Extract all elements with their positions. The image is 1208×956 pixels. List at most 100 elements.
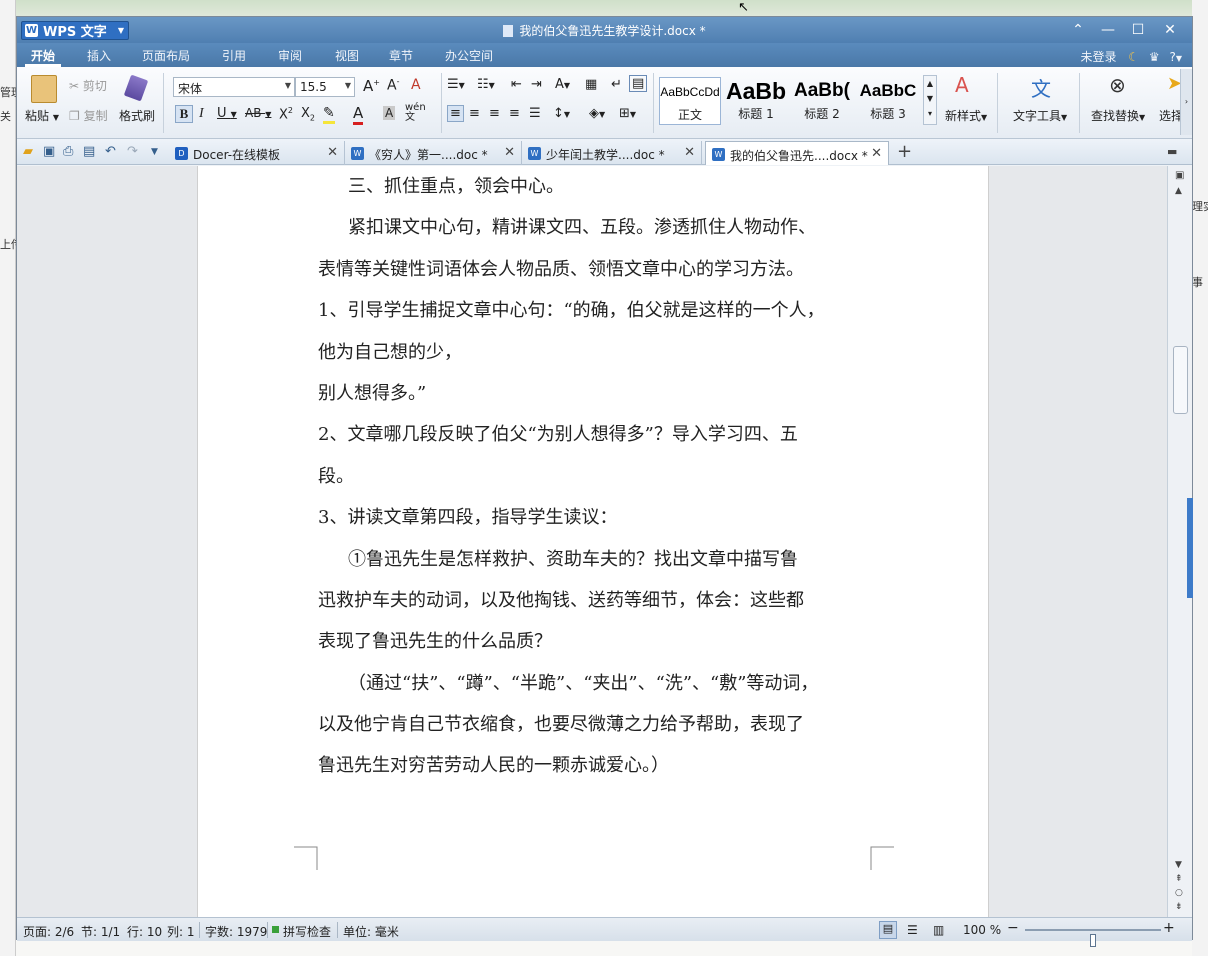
maximize-button[interactable]: ☐ xyxy=(1124,19,1152,41)
document-canvas[interactable]: 三、抓住重点，领会中心。 紧扣课文中心句，精讲课文四、五段。渗透抓住人物动作、 表情… xyxy=(17,166,1167,917)
browse-object-icon[interactable]: ○ xyxy=(1175,888,1183,898)
tab-current-document[interactable]: W 我的伯父鲁迅先....docx * ✕ xyxy=(705,141,889,165)
numbered-list-icon[interactable]: ☷▼ xyxy=(477,77,495,92)
ruler-toggle-icon[interactable]: ▣ xyxy=(1175,170,1184,181)
shrink-font-icon[interactable]: A- xyxy=(387,77,399,94)
column-indicator[interactable]: 列: 1 xyxy=(167,923,195,940)
increase-indent-icon[interactable]: ⇥ xyxy=(531,77,542,92)
table-icon[interactable]: ▦ xyxy=(585,77,597,92)
paragraph-shading-icon[interactable]: ◈▼ xyxy=(589,106,605,121)
document-paragraph[interactable]: 以及他宁肯自己节衣缩食，也要尽微薄之力给予帮助，表现了 xyxy=(318,710,878,751)
zoom-slider[interactable] xyxy=(1025,929,1161,947)
page-view-icon[interactable]: ▤ xyxy=(879,921,897,939)
copy-button[interactable]: ❐ 复制 xyxy=(69,107,108,124)
section-indicator[interactable]: 节: 1/1 xyxy=(81,923,120,940)
font-name-select[interactable]: 宋体 ▼ xyxy=(173,77,295,97)
close-button[interactable]: ✕ xyxy=(1156,19,1184,41)
collapse-ribbon-button[interactable]: ⌃ xyxy=(1064,19,1092,41)
style-heading-2[interactable]: AaBb( 标题 2 xyxy=(791,77,853,125)
outline-view-icon[interactable]: ☰ xyxy=(907,923,918,937)
scroll-down-arrow[interactable]: ▼ xyxy=(1175,860,1182,870)
row-indicator[interactable]: 行: 10 xyxy=(127,923,162,940)
document-paragraph[interactable]: 1、引导学生捕捉文章中心句：“的确，伯父就是这样的一个人， xyxy=(318,296,878,337)
close-icon[interactable]: ✕ xyxy=(327,145,338,160)
document-paragraph[interactable]: ①鲁迅先生是怎样救护、资助车夫的？找出文章中描写鲁 xyxy=(318,545,878,586)
tab-shaonian-runtu[interactable]: W 少年闰土教学....doc * ✕ xyxy=(522,141,702,165)
paste-icon[interactable] xyxy=(31,75,57,103)
zoom-level[interactable]: 100 % xyxy=(963,923,1001,937)
document-paragraph[interactable]: 3、讲读文章第四段，指导学生读议： xyxy=(318,503,878,544)
style-gallery-scroll[interactable]: ▲ ▼ ▾ xyxy=(923,75,937,125)
italic-button[interactable]: I xyxy=(199,106,204,122)
underline-button[interactable]: U ▼ xyxy=(217,106,237,121)
word-count[interactable]: 字数: 1979 xyxy=(205,923,267,940)
format-painter-button[interactable]: 格式刷 xyxy=(119,107,155,124)
minimize-button[interactable]: — xyxy=(1094,19,1122,41)
zoom-slider-thumb[interactable] xyxy=(1090,934,1096,947)
text-direction-icon[interactable]: A▼ xyxy=(555,77,570,92)
scroll-up-arrow[interactable]: ▲ xyxy=(1175,186,1182,196)
menu-references[interactable]: 引用 xyxy=(222,47,246,64)
document-body[interactable]: 三、抓住重点，领会中心。 紧扣课文中心句，精讲课文四、五段。渗透抓住人物动作、 表情… xyxy=(318,172,878,793)
line-spacing-icon[interactable]: ↕▼ xyxy=(553,106,570,121)
document-page[interactable]: 三、抓住重点，领会中心。 紧扣课文中心句，精讲课文四、五段。渗透抓住人物动作、 表情… xyxy=(197,166,989,917)
title-bar[interactable]: W WPS 文字 ▼ 我的伯父鲁迅先生教学设计.docx * ⌃ — ☐ ✕ xyxy=(17,17,1192,43)
document-paragraph[interactable]: 三、抓住重点，领会中心。 xyxy=(318,172,878,213)
document-paragraph[interactable]: 2、文章哪几段反映了伯父“为别人想得多”？导入学习四、五 xyxy=(318,420,878,461)
superscript-button[interactable]: X2 xyxy=(279,106,293,122)
menu-office-space[interactable]: 办公空间 xyxy=(445,47,493,64)
menu-page-layout[interactable]: 页面布局 xyxy=(142,47,190,64)
open-folder-icon[interactable]: ▰ xyxy=(23,144,33,159)
text-tools-button[interactable]: 文字工具▼ xyxy=(1013,107,1067,124)
subscript-button[interactable]: X2 xyxy=(301,106,315,123)
next-page-icon[interactable]: ⇟ xyxy=(1175,902,1183,912)
bullet-list-icon[interactable]: ☰▼ xyxy=(447,77,465,92)
font-size-select[interactable]: 15.5 ▼ xyxy=(295,77,355,97)
phonetic-guide-icon[interactable]: wén 文 xyxy=(405,103,426,123)
new-tab-button[interactable]: + xyxy=(897,141,912,162)
quick-access-dropdown[interactable]: ▼ xyxy=(151,147,158,157)
document-paragraph[interactable]: 鲁迅先生对穷苦劳动人民的一颗赤诚爱心。） xyxy=(318,751,878,792)
line-break-icon[interactable]: ↵ xyxy=(611,77,622,92)
moon-icon[interactable]: ☾ xyxy=(1128,50,1139,64)
login-link[interactable]: 未登录 xyxy=(1080,50,1116,64)
align-right-icon[interactable]: ≡ xyxy=(489,106,500,121)
style-normal[interactable]: AaBbCcDd 正文 xyxy=(659,77,721,125)
cut-button[interactable]: ✂ 剪切 xyxy=(69,77,107,94)
undo-icon[interactable]: ↶ xyxy=(105,144,116,159)
skin-icon[interactable]: ♛ xyxy=(1149,50,1160,64)
justify-icon[interactable]: ≡ xyxy=(509,106,520,121)
clear-format-icon[interactable]: A xyxy=(411,77,421,93)
document-paragraph[interactable]: 迅救护车夫的动词，以及他掏钱、送药等细节，体会：这些都 xyxy=(318,586,878,627)
decrease-indent-icon[interactable]: ⇤ xyxy=(511,77,522,92)
page-indicator[interactable]: 页面: 2/6 xyxy=(23,923,74,940)
scrollbar-thumb[interactable] xyxy=(1173,346,1188,414)
document-paragraph[interactable]: 别人想得多。” xyxy=(318,379,878,420)
unit-indicator[interactable]: 单位: 毫米 xyxy=(343,923,399,940)
menu-review[interactable]: 审阅 xyxy=(278,47,302,64)
format-painter-icon[interactable] xyxy=(123,74,149,102)
highlight-icon[interactable]: ✎ xyxy=(323,105,335,124)
align-center-icon[interactable]: ≡ xyxy=(469,106,480,121)
new-style-button[interactable]: 新样式▼ xyxy=(945,107,987,124)
document-paragraph[interactable]: 表现了鲁迅先生的什么品质？ xyxy=(318,627,878,668)
tab-docer[interactable]: D Docer-在线模板 ✕ xyxy=(169,141,345,165)
document-paragraph[interactable]: （通过“扶”、“蹲”、“半跪”、“夹出”、“洗”、“敷”等动词， xyxy=(318,669,878,710)
save-icon[interactable]: ▣ xyxy=(43,144,55,159)
close-icon[interactable]: ✕ xyxy=(504,145,515,160)
tab-qiongren[interactable]: W 《穷人》第一....doc * ✕ xyxy=(345,141,522,165)
close-icon[interactable]: ✕ xyxy=(684,145,695,160)
previous-page-icon[interactable]: ⇞ xyxy=(1175,874,1183,884)
print-preview-icon[interactable]: ▤ xyxy=(83,144,95,159)
strikethrough-button[interactable]: AB ▼ xyxy=(245,106,271,120)
document-paragraph[interactable]: 紧扣课文中心句，精讲课文四、五段。渗透抓住人物动作、 xyxy=(318,213,878,254)
zoom-out-button[interactable]: − xyxy=(1007,920,1019,936)
menu-chapter[interactable]: 章节 xyxy=(389,47,413,64)
find-replace-button[interactable]: 查找替换▼ xyxy=(1091,107,1145,124)
document-paragraph[interactable]: 他为自己想的少， xyxy=(318,338,878,379)
print-icon[interactable]: ⎙ xyxy=(63,144,73,159)
bold-button[interactable]: B xyxy=(175,105,193,123)
redo-icon[interactable]: ↷ xyxy=(127,144,138,159)
document-paragraph[interactable]: 表情等关键性词语体会人物品质、领悟文章中心的学习方法。 xyxy=(318,255,878,296)
tab-list-icon[interactable]: ▬ xyxy=(1167,145,1177,158)
